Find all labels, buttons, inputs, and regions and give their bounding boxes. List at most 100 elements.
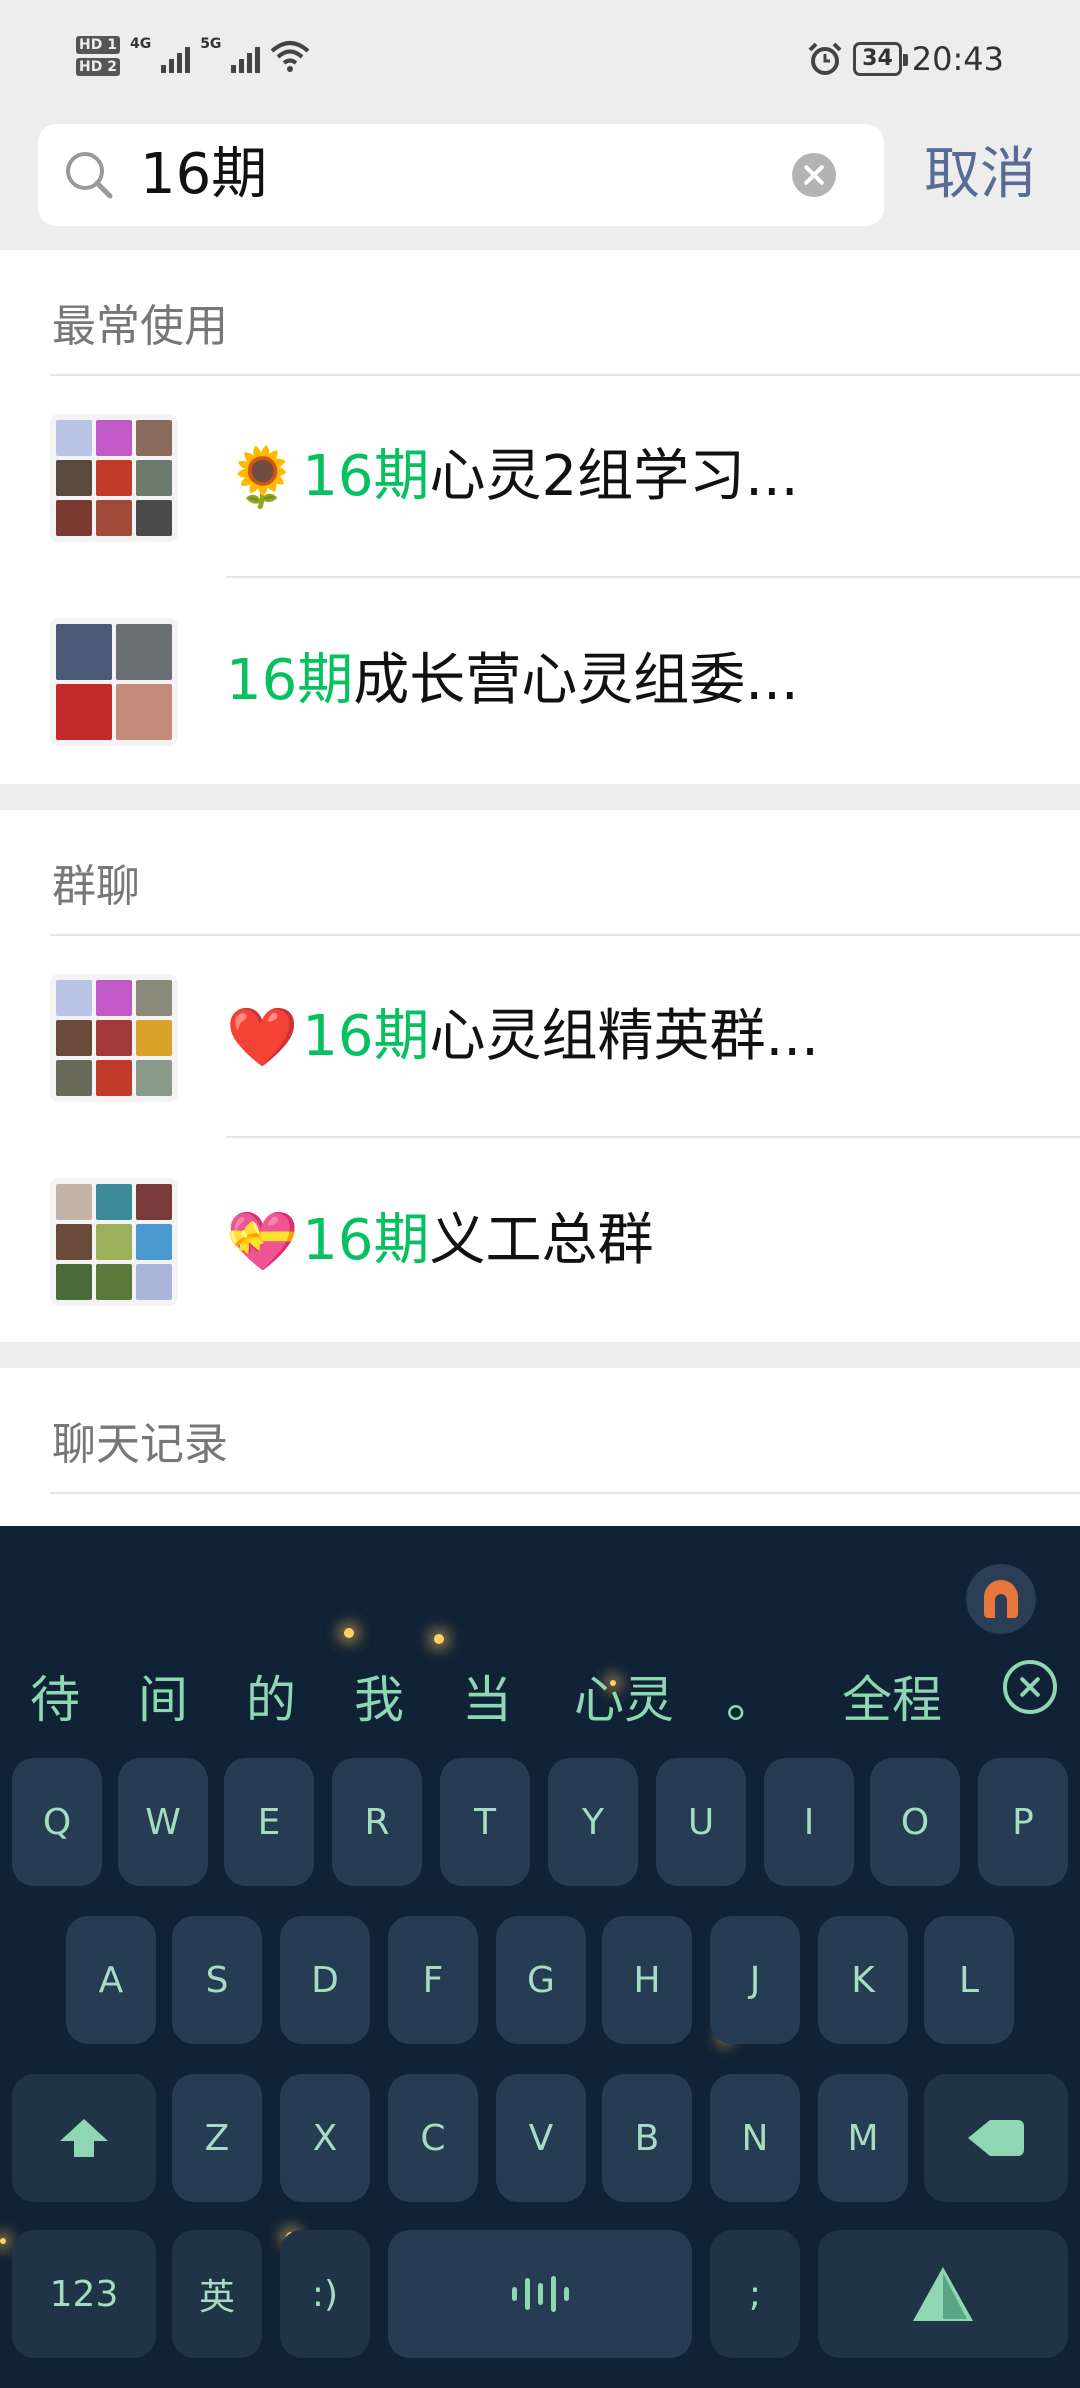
highlight-text: 16期 <box>302 1004 430 1069</box>
key-i[interactable]: I <box>764 1758 854 1886</box>
key-y[interactable]: Y <box>548 1758 638 1886</box>
candidate-word[interactable]: 的 <box>246 1670 296 1730</box>
key-d[interactable]: D <box>280 1916 370 2044</box>
key-g[interactable]: G <box>496 1916 586 2044</box>
key-w[interactable]: W <box>118 1758 208 1886</box>
title-rest: 义工总群 <box>429 1208 654 1273</box>
sunflower-icon: 🌻 <box>226 443 299 511</box>
network-type-2: 5G <box>200 36 222 52</box>
heart-icon: ❤️ <box>226 1003 299 1071</box>
shift-key[interactable] <box>12 2074 156 2202</box>
battery-indicator: 34 <box>853 42 908 76</box>
key-u[interactable]: U <box>656 1758 746 1886</box>
highlight-text: 16期 <box>302 1208 430 1273</box>
network-type-1: 4G <box>129 36 152 52</box>
wifi-icon <box>271 41 310 72</box>
divider <box>226 576 1080 578</box>
key-v[interactable]: V <box>496 2074 586 2202</box>
network-indicators: HD 1 HD 2 4G 5G <box>76 36 310 76</box>
search-query[interactable]: 16期 <box>140 146 267 204</box>
hd1-indicator: HD 1 <box>76 36 120 54</box>
highlight-text: 16期 <box>302 444 430 509</box>
key-r[interactable]: R <box>332 1758 422 1886</box>
key-o[interactable]: O <box>870 1758 960 1886</box>
send-key[interactable] <box>818 2230 1068 2358</box>
space-key[interactable] <box>388 2230 692 2358</box>
voice-icon <box>511 2274 569 2314</box>
key-j[interactable]: J <box>710 1916 800 2044</box>
sparkle <box>0 2238 6 2244</box>
section-header-chat-history: 聊天记录 <box>52 1419 228 1470</box>
key-s[interactable]: S <box>172 1916 262 2044</box>
key-k[interactable]: K <box>818 1916 908 2044</box>
section-header-frequent: 最常使用 <box>52 301 228 352</box>
chat-history-section: 聊天记录 <box>0 1368 1080 1526</box>
list-item[interactable]: 🌻 16期 心灵2组学习... <box>0 376 1080 578</box>
key-p[interactable]: P <box>978 1758 1068 1886</box>
close-candidates-icon[interactable] <box>1003 1660 1057 1714</box>
section-header-groups: 群聊 <box>52 861 140 912</box>
title-rest: 心灵2组学习... <box>429 444 799 509</box>
avatar <box>50 414 178 542</box>
search-icon <box>66 152 113 199</box>
candidate-word[interactable]: 间 <box>138 1670 188 1730</box>
groups-section: 群聊 ❤️ 16期 心灵组精英群... 💝 16期 义工总群 <box>0 810 1080 1342</box>
signal-icon <box>161 39 191 73</box>
key-f[interactable]: F <box>388 1916 478 2044</box>
emoticon-key[interactable]: :) <box>280 2230 370 2358</box>
candidate-word[interactable]: 我 <box>354 1670 404 1730</box>
result-title: ❤️ 16期 心灵组精英群... <box>226 1004 819 1070</box>
status-right: 34 20:43 <box>807 40 1004 78</box>
search-input[interactable]: 16期 <box>38 124 884 226</box>
keyboard: 待 间 的 我 当 心灵 。 全程 Q W E R T Y U I O P A … <box>0 1526 1080 2388</box>
status-bar: HD 1 HD 2 4G 5G 34 20:43 <box>0 0 1080 120</box>
send-icon <box>913 2267 973 2321</box>
avatar <box>50 974 178 1102</box>
sparkle <box>344 1628 354 1638</box>
shift-icon <box>60 2119 108 2157</box>
alarm-icon <box>808 42 842 75</box>
avatar <box>50 1178 178 1306</box>
candidate-word[interactable]: 全程 <box>842 1670 942 1730</box>
key-a[interactable]: A <box>66 1916 156 2044</box>
key-c[interactable]: C <box>388 2074 478 2202</box>
avatar <box>50 618 178 746</box>
result-title: 💝 16期 义工总群 <box>226 1208 653 1274</box>
signal-icon-2 <box>231 39 261 73</box>
backspace-icon <box>968 2120 1024 2156</box>
heart-gift-icon: 💝 <box>226 1207 299 1275</box>
candidate-word[interactable]: 心灵 <box>574 1670 674 1730</box>
semicolon-key[interactable]: ; <box>710 2230 800 2358</box>
divider <box>50 1492 1080 1494</box>
result-title: 🌻 16期 心灵2组学习... <box>226 444 799 510</box>
highlight-text: 16期 <box>226 648 354 713</box>
key-l[interactable]: L <box>924 1916 1014 2044</box>
candidate-word[interactable]: 当 <box>462 1670 512 1730</box>
key-n[interactable]: N <box>710 2074 800 2202</box>
list-item[interactable]: 16期 成长营心灵组委... <box>0 580 1080 782</box>
title-rest: 成长营心灵组委... <box>353 648 799 713</box>
key-b[interactable]: B <box>602 2074 692 2202</box>
candidate-word[interactable]: 。 <box>726 1670 776 1730</box>
key-e[interactable]: E <box>224 1758 314 1886</box>
title-rest: 心灵组精英群... <box>429 1004 819 1069</box>
key-m[interactable]: M <box>818 2074 908 2202</box>
language-key[interactable]: 英 <box>172 2230 262 2358</box>
candidate-word[interactable]: 待 <box>30 1670 80 1730</box>
key-t[interactable]: T <box>440 1758 530 1886</box>
key-h[interactable]: H <box>602 1916 692 2044</box>
list-item[interactable]: 💝 16期 义工总群 <box>0 1140 1080 1342</box>
sparkle <box>434 1634 444 1644</box>
key-x[interactable]: X <box>280 2074 370 2202</box>
backspace-key[interactable] <box>924 2074 1068 2202</box>
list-item[interactable]: ❤️ 16期 心灵组精英群... <box>0 936 1080 1138</box>
key-q[interactable]: Q <box>12 1758 102 1886</box>
clock: 20:43 <box>911 40 1004 78</box>
clear-icon[interactable] <box>792 153 836 197</box>
divider <box>226 1136 1080 1138</box>
numbers-key[interactable]: 123 <box>12 2230 156 2358</box>
keyboard-logo-icon[interactable] <box>966 1564 1036 1634</box>
hd2-indicator: HD 2 <box>76 58 120 76</box>
key-z[interactable]: Z <box>172 2074 262 2202</box>
cancel-button[interactable]: 取消 <box>924 142 1036 208</box>
